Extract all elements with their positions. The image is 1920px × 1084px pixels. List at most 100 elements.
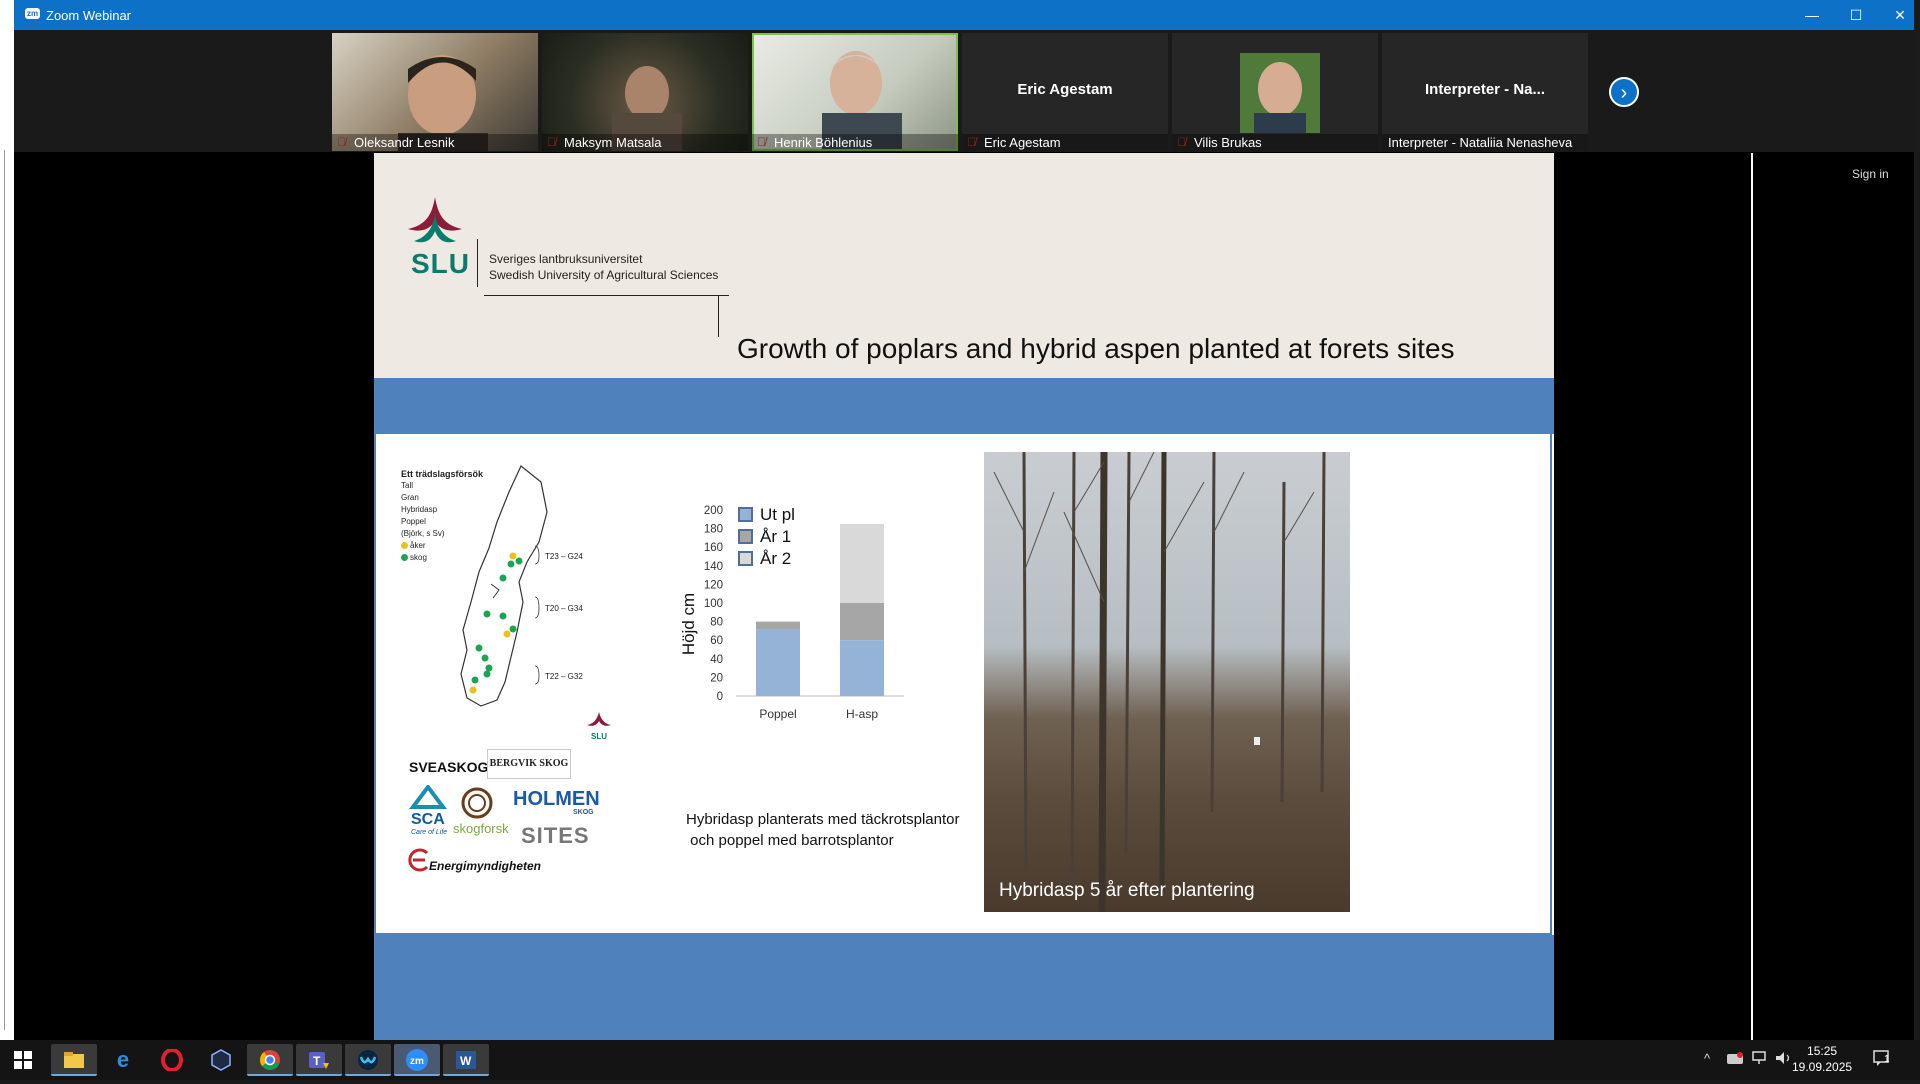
chart-caption: Hybridasp planterats med täckrotsplantor…	[686, 809, 959, 851]
participant-name: Eric Agestam	[962, 134, 1168, 151]
partner-logos: SVEASKOG BERGVIK SKOG SCA Care of Life s…	[401, 749, 651, 929]
minimize-button[interactable]: —	[1790, 4, 1834, 26]
y-tick-label: 120	[704, 579, 723, 591]
bergvik-skog-logo: BERGVIK SKOG	[487, 749, 571, 779]
notifications-icon[interactable]: 1	[1872, 1048, 1892, 1071]
teams-icon[interactable]: T	[296, 1044, 342, 1076]
bar-segment	[840, 523, 884, 603]
shared-window-border	[1751, 153, 1753, 1040]
zoom-logo-icon: zm	[25, 8, 40, 19]
svg-text:zm: zm	[410, 1056, 424, 1067]
show-hidden-icons-icon[interactable]: ^	[1704, 1051, 1710, 1066]
participant-tile[interactable]: Interpreter - Na... Interpreter - Natali…	[1382, 33, 1588, 151]
y-tick-label: 180	[704, 524, 723, 536]
map-slu-logo: SLU	[591, 732, 607, 741]
skogforsk-logo: skogforsk	[453, 821, 509, 836]
y-tick-label: 60	[710, 635, 723, 647]
sweden-map-block: Ett trädslagsförsök Tall Gran Hybridasp …	[401, 452, 631, 752]
x-tick-label: H-asp	[846, 707, 878, 721]
chrome-icon[interactable]	[247, 1044, 293, 1076]
svg-text:T: T	[313, 1054, 321, 1068]
svg-text:W: W	[460, 1054, 472, 1068]
participant-tile[interactable]: 🎙̸ Maksym Matsala	[542, 33, 748, 151]
opera-icon[interactable]	[149, 1044, 195, 1076]
x-tick-label: Poppel	[759, 707, 796, 721]
participant-display-name: Eric Agestam	[1017, 81, 1113, 98]
university-name-en: Swedish University of Agricultural Scien…	[489, 268, 719, 282]
start-icon[interactable]	[0, 1044, 46, 1076]
y-tick-label: 100	[704, 598, 723, 610]
forest-photo	[993, 452, 1326, 912]
volume-icon[interactable]	[1774, 1051, 1792, 1068]
internet-explorer-icon[interactable]: e	[100, 1044, 146, 1076]
word-icon[interactable]: W	[443, 1044, 489, 1076]
participant-name: Henrik Böhlenius	[752, 134, 958, 151]
header-divider	[477, 239, 478, 287]
clock-time: 15:25	[1807, 1044, 1838, 1058]
chart-y-axis-label: Höjd cm	[679, 593, 698, 655]
app-icon[interactable]	[198, 1044, 244, 1076]
participant-display-name: Interpreter - Na...	[1424, 81, 1546, 98]
presentation-slide: SLU Sveriges lantbruksuniversitet Swedis…	[374, 153, 1554, 1040]
system-clock[interactable]: 15:25 19.09.2025	[1792, 1043, 1852, 1075]
university-name: Sveriges lantbruksuniversitet Swedish Un…	[489, 251, 718, 283]
background-window-edge	[0, 0, 14, 1040]
close-button[interactable]: ✕	[1878, 4, 1920, 26]
y-tick-label: 200	[704, 505, 723, 517]
document-ruler	[4, 150, 13, 1030]
legend-label: År 2	[760, 549, 791, 568]
header-rule	[484, 295, 729, 296]
clock-date: 19.09.2025	[1792, 1060, 1853, 1074]
y-tick-label: 0	[717, 691, 723, 703]
legend-label: År 1	[760, 527, 791, 546]
participant-tile[interactable]: 🎙̸ Vilis Brukas	[1172, 33, 1378, 151]
sveaskog-logo: SVEASKOG	[409, 759, 489, 775]
slide-header: SLU Sveriges lantbruksuniversitet Swedis…	[374, 153, 1554, 378]
holmen-logo: HOLMEN	[513, 788, 600, 810]
y-tick-label: 20	[710, 672, 723, 684]
webex-icon[interactable]	[345, 1044, 391, 1076]
participant-name: Interpreter - Nataliia Nenasheva	[1382, 134, 1588, 151]
site-markers	[469, 552, 523, 694]
participant-name: Oleksandr Lesnik	[332, 134, 538, 151]
participant-tile[interactable]: 🎙̸ Oleksandr Lesnik	[332, 33, 538, 151]
sweden-map: T23 – G24 T20 – G34 T22 – G32 SLU	[460, 465, 611, 741]
windows-taskbar: e T zm W ^ 15:25 19.09.2025 1	[0, 1040, 1920, 1080]
file-explorer-icon[interactable]	[51, 1044, 97, 1076]
legend-label: Ut pl	[760, 505, 795, 524]
sca-logo-icon	[409, 785, 447, 809]
participant-tile[interactable]: Eric Agestam 🎙̸ Eric Agestam	[962, 33, 1168, 151]
sca-logo: SCA	[411, 811, 445, 828]
slu-logo-icon	[408, 197, 462, 243]
slide-content: Ett trädslagsförsök Tall Gran Hybridasp …	[374, 434, 1552, 935]
photo-caption: Hybridasp 5 år efter plantering	[999, 880, 1255, 901]
meet-now-icon[interactable]	[1726, 1051, 1744, 1068]
maximize-button[interactable]: ☐	[1834, 4, 1878, 26]
caption-line: och poppel med barrotsplantor	[686, 832, 894, 849]
network-icon[interactable]	[1750, 1051, 1768, 1068]
next-participants-button[interactable]: ›	[1609, 77, 1639, 107]
caption-line: Hybridasp planterats med täckrotsplantor	[686, 811, 960, 828]
zone-label: T23 – G24	[545, 552, 583, 561]
zone-label: T20 – G34	[545, 604, 583, 613]
slu-wordmark: SLU	[411, 248, 470, 279]
skogforsk-logo-icon	[461, 787, 493, 819]
sign-in-link[interactable]: Sign in	[1852, 167, 1889, 181]
legend-swatch	[738, 529, 753, 544]
hybrid-aspen-photo: Hybridasp 5 år efter plantering	[984, 452, 1350, 912]
slide-band-top	[374, 378, 1554, 434]
participant-tile-active-speaker[interactable]: 🎙̸ Henrik Böhlenius	[752, 33, 958, 151]
slide-band-bottom	[374, 935, 1554, 1040]
energimyndigheten-logo-icon	[408, 848, 429, 872]
window-title: Zoom Webinar	[46, 8, 132, 23]
energimyndigheten-logo: Energimyndigheten	[429, 859, 542, 873]
holmen-skog-sublabel: SKOG	[573, 809, 594, 816]
sites-logo: SITES	[521, 823, 590, 848]
bar-segment	[840, 640, 884, 696]
header-rule-vertical	[718, 295, 719, 337]
notification-count: 1	[1884, 1054, 1890, 1065]
chart-legend: Ut pl År 1 År 2	[738, 505, 795, 568]
window-titlebar[interactable]: zm Zoom Webinar — ☐ ✕	[14, 0, 1914, 30]
y-tick-label: 160	[704, 542, 723, 554]
zoom-icon[interactable]: zm	[394, 1044, 440, 1076]
